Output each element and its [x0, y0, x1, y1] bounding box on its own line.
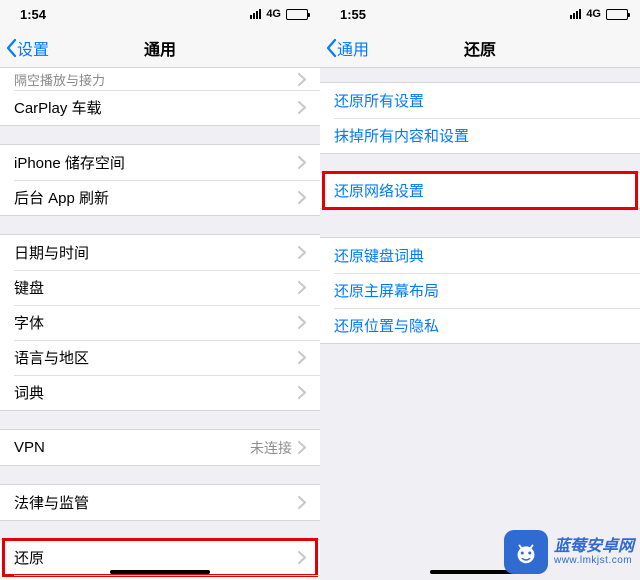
nav-bar: 设置 通用 — [0, 28, 320, 68]
chevron-right-icon — [298, 73, 306, 86]
row-storage[interactable]: iPhone 储存空间 — [0, 145, 320, 180]
phone-right: 1:55 4G 通用 还原 还原所有设置 抹掉所有内容和设置 — [320, 0, 640, 580]
row-reset-home-layout[interactable]: 还原主屏幕布局 — [320, 273, 640, 308]
signal-icon — [570, 9, 581, 19]
row-keyboard[interactable]: 键盘 — [0, 270, 320, 305]
row-carplay[interactable]: CarPlay 车载 — [0, 90, 320, 125]
chevron-right-icon — [298, 386, 306, 399]
chevron-right-icon — [298, 351, 306, 364]
chevron-right-icon — [298, 191, 306, 204]
watermark-logo-icon — [504, 530, 548, 574]
chevron-left-icon — [326, 39, 337, 57]
row-erase-all-content[interactable]: 抹掉所有内容和设置 — [320, 118, 640, 153]
chevron-right-icon — [298, 441, 306, 454]
row-legal[interactable]: 法律与监管 — [0, 485, 320, 520]
row-reset-network-settings[interactable]: 还原网络设置 — [320, 173, 640, 208]
chevron-right-icon — [298, 101, 306, 114]
nav-bar: 通用 还原 — [320, 28, 640, 68]
chevron-right-icon — [298, 496, 306, 509]
home-indicator — [110, 570, 210, 574]
back-label: 通用 — [337, 36, 369, 60]
status-bar: 1:54 4G — [0, 0, 320, 28]
row-dictionary[interactable]: 词典 — [0, 375, 320, 410]
row-reset-keyboard-dict[interactable]: 还原键盘词典 — [320, 238, 640, 273]
row-shutdown[interactable]: 关机 — [0, 575, 320, 580]
network-label: 4G — [586, 8, 601, 20]
back-button[interactable]: 通用 — [320, 36, 369, 60]
row-date-time[interactable]: 日期与时间 — [0, 235, 320, 270]
status-time: 1:55 — [340, 7, 366, 22]
network-label: 4G — [266, 8, 281, 20]
watermark-url: www.lmkjst.com — [554, 555, 634, 566]
chevron-right-icon — [298, 316, 306, 329]
status-bar: 1:55 4G — [320, 0, 640, 28]
row-airplay-partial[interactable]: 隔空播放与接力 — [0, 68, 320, 90]
back-button[interactable]: 设置 — [0, 36, 49, 60]
chevron-right-icon — [298, 281, 306, 294]
signal-icon — [250, 9, 261, 19]
watermark-title: 蓝莓安卓网 — [554, 538, 634, 556]
battery-icon — [286, 9, 308, 20]
watermark: 蓝莓安卓网 www.lmkjst.com — [504, 530, 634, 574]
settings-list: 隔空播放与接力 CarPlay 车载 iPhone 储存空间 后台 App 刷新 — [0, 68, 320, 580]
chevron-right-icon — [298, 246, 306, 259]
phone-left: 1:54 4G 设置 通用 隔空播放与接力 CarPlay 车载 — [0, 0, 320, 580]
row-fonts[interactable]: 字体 — [0, 305, 320, 340]
row-background-refresh[interactable]: 后台 App 刷新 — [0, 180, 320, 215]
row-language-region[interactable]: 语言与地区 — [0, 340, 320, 375]
vpn-value: 未连接 — [250, 438, 292, 458]
row-reset-all-settings[interactable]: 还原所有设置 — [320, 83, 640, 118]
battery-icon — [606, 9, 628, 20]
row-vpn[interactable]: VPN 未连接 — [0, 430, 320, 465]
chevron-right-icon — [298, 551, 306, 564]
back-label: 设置 — [17, 36, 49, 60]
reset-list: 还原所有设置 抹掉所有内容和设置 还原网络设置 还原键盘词典 还原主屏幕布局 — [320, 68, 640, 344]
chevron-right-icon — [298, 156, 306, 169]
chevron-left-icon — [6, 39, 17, 57]
row-reset-location-privacy[interactable]: 还原位置与隐私 — [320, 308, 640, 343]
status-time: 1:54 — [20, 7, 46, 22]
